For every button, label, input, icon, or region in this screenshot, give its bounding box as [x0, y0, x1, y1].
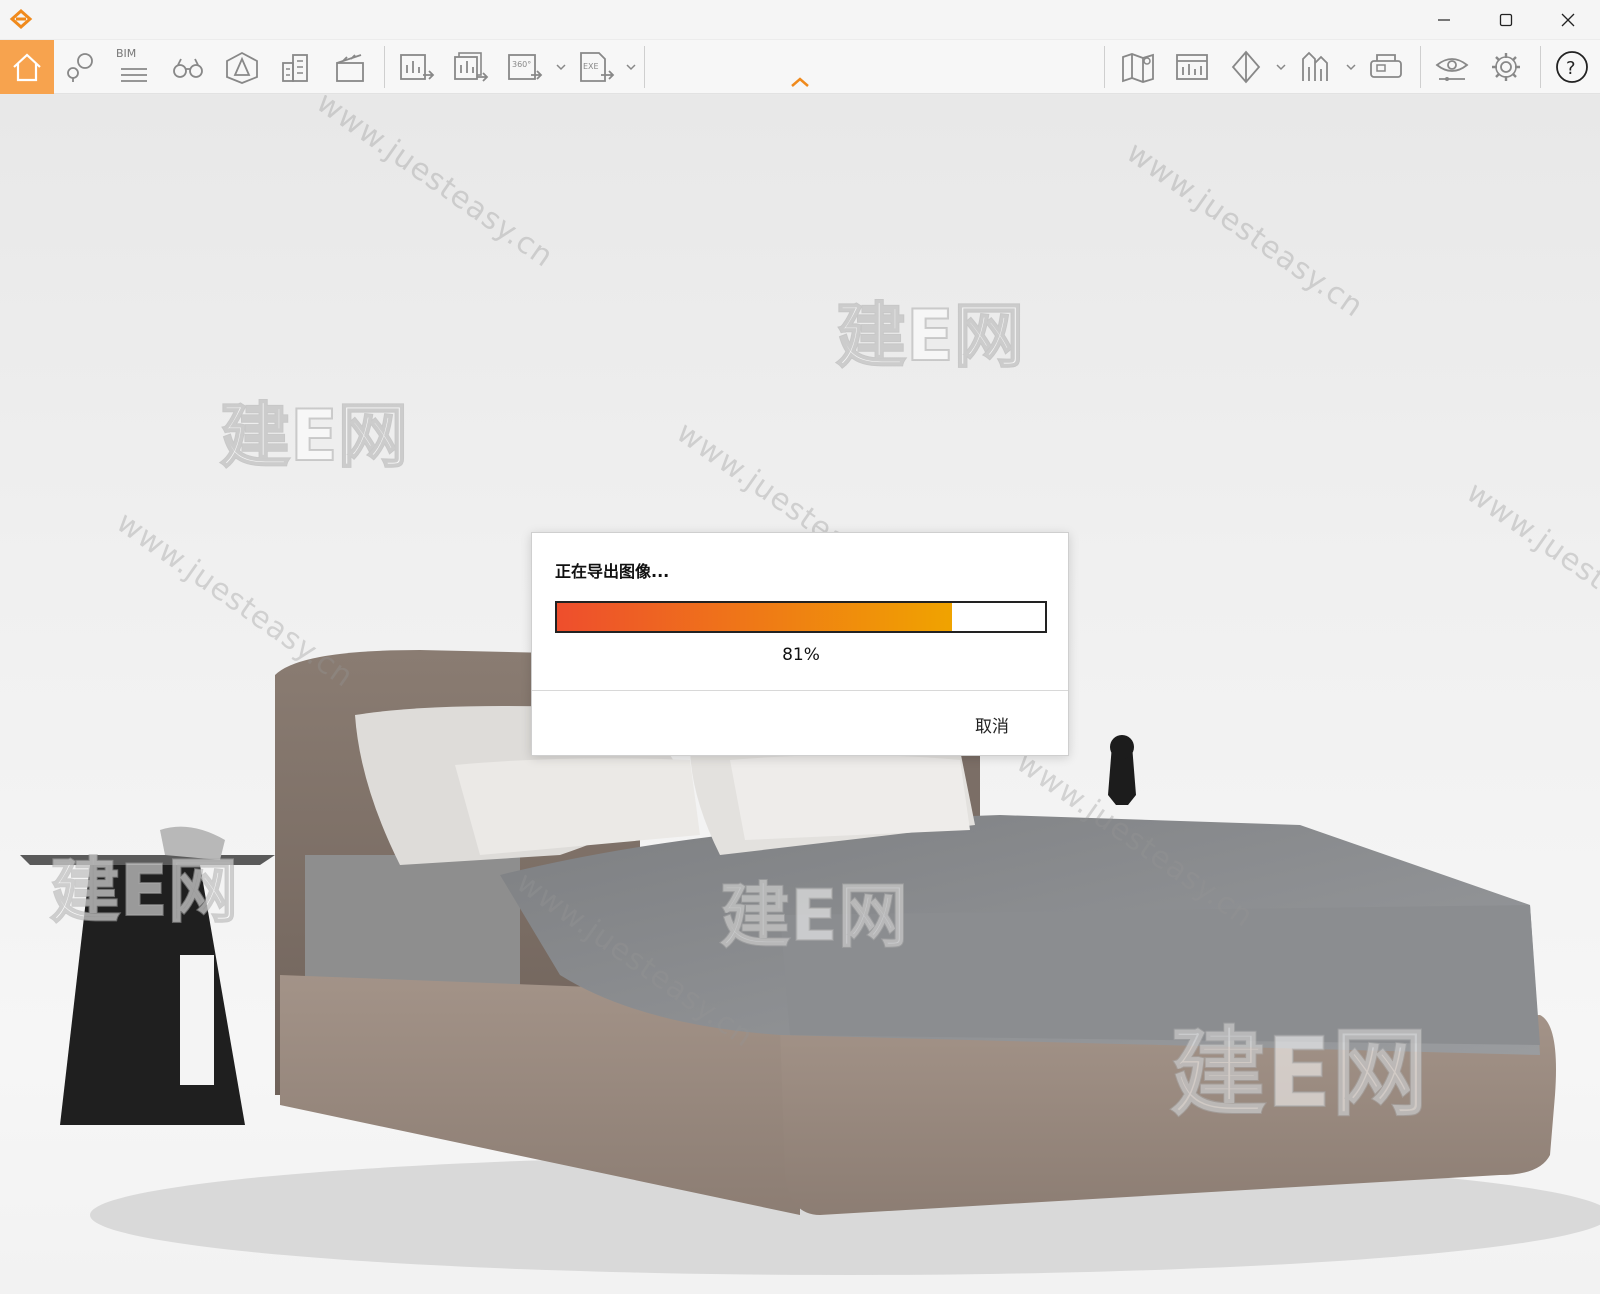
binoculars-button[interactable] — [166, 46, 210, 88]
export-image-button[interactable] — [394, 46, 438, 88]
chevron-down-icon[interactable] — [1274, 60, 1288, 74]
buildings-icon — [282, 54, 308, 82]
location-button[interactable] — [58, 46, 102, 88]
binoculars-icon — [173, 58, 203, 78]
svg-text:?: ? — [1566, 58, 1576, 79]
export-batch-button[interactable] — [448, 46, 492, 88]
toolbar-separator — [1104, 46, 1105, 88]
gear-icon — [1492, 53, 1520, 81]
title-bar — [0, 0, 1600, 40]
location-pin-icon — [67, 53, 93, 82]
progress-percent: 81% — [782, 645, 820, 665]
help-button[interactable]: ? — [1550, 46, 1594, 88]
export-exe-button[interactable]: EXE — [574, 46, 618, 88]
section-button[interactable] — [1224, 46, 1268, 88]
dialog-divider — [532, 690, 1068, 691]
export-exe-icon: EXE — [580, 52, 615, 82]
export-progress-dialog: 正在导出图像... 81% 取消 — [531, 532, 1069, 756]
svg-text:360°: 360° — [512, 60, 531, 69]
dialog-title: 正在导出图像... — [555, 562, 670, 581]
section-icon — [1231, 50, 1261, 84]
minimize-button[interactable] — [1414, 0, 1474, 40]
screen-button[interactable] — [1170, 46, 1214, 88]
screen-icon — [1176, 54, 1208, 80]
toolbar-separator — [644, 46, 645, 88]
main-toolbar: BIM 360° EXE ? — [0, 40, 1600, 94]
bim-button[interactable]: BIM — [112, 46, 156, 88]
help-icon: ? — [1556, 51, 1588, 83]
view-button[interactable] — [1430, 46, 1474, 88]
perspective-icon — [226, 51, 258, 84]
rooms-icon — [1302, 51, 1328, 81]
chevron-down-icon[interactable] — [624, 60, 638, 74]
toolbar-separator — [1540, 46, 1541, 88]
home-button[interactable] — [0, 40, 54, 94]
chevron-down-icon[interactable] — [554, 60, 568, 74]
chevron-down-icon[interactable] — [1344, 60, 1358, 74]
map-button[interactable] — [1116, 46, 1160, 88]
progress-bar — [555, 601, 1047, 633]
maximize-icon — [1499, 13, 1513, 27]
toolbar-separator — [1420, 46, 1421, 88]
svg-text:EXE: EXE — [583, 62, 599, 71]
export-360-button[interactable]: 360° — [502, 46, 546, 88]
settings-button[interactable] — [1484, 46, 1528, 88]
eye-icon — [1435, 58, 1469, 81]
rooms-button[interactable] — [1294, 46, 1338, 88]
cancel-button[interactable]: 取消 — [947, 707, 1037, 741]
progress-bar-fill — [557, 603, 953, 631]
minimize-icon — [1438, 19, 1450, 21]
vr-icon — [1370, 54, 1402, 78]
perspective-button[interactable] — [220, 46, 264, 88]
buildings-button[interactable] — [274, 46, 318, 88]
maximize-button[interactable] — [1476, 0, 1536, 40]
export-360-icon: 360° — [508, 54, 543, 80]
animation-button[interactable] — [328, 46, 372, 88]
home-icon — [13, 53, 41, 82]
toolbar-separator — [384, 46, 385, 88]
close-button[interactable] — [1538, 0, 1598, 40]
close-icon — [1561, 13, 1575, 27]
bim-label: BIM — [116, 47, 137, 60]
vr-button[interactable] — [1364, 46, 1408, 88]
export-batch-icon — [454, 52, 489, 82]
app-logo-icon — [9, 8, 33, 30]
export-image-icon — [400, 54, 435, 80]
collapse-toolbar-chevron-icon[interactable] — [788, 74, 812, 90]
map-icon — [1122, 53, 1154, 83]
clapperboard-icon — [336, 54, 364, 82]
